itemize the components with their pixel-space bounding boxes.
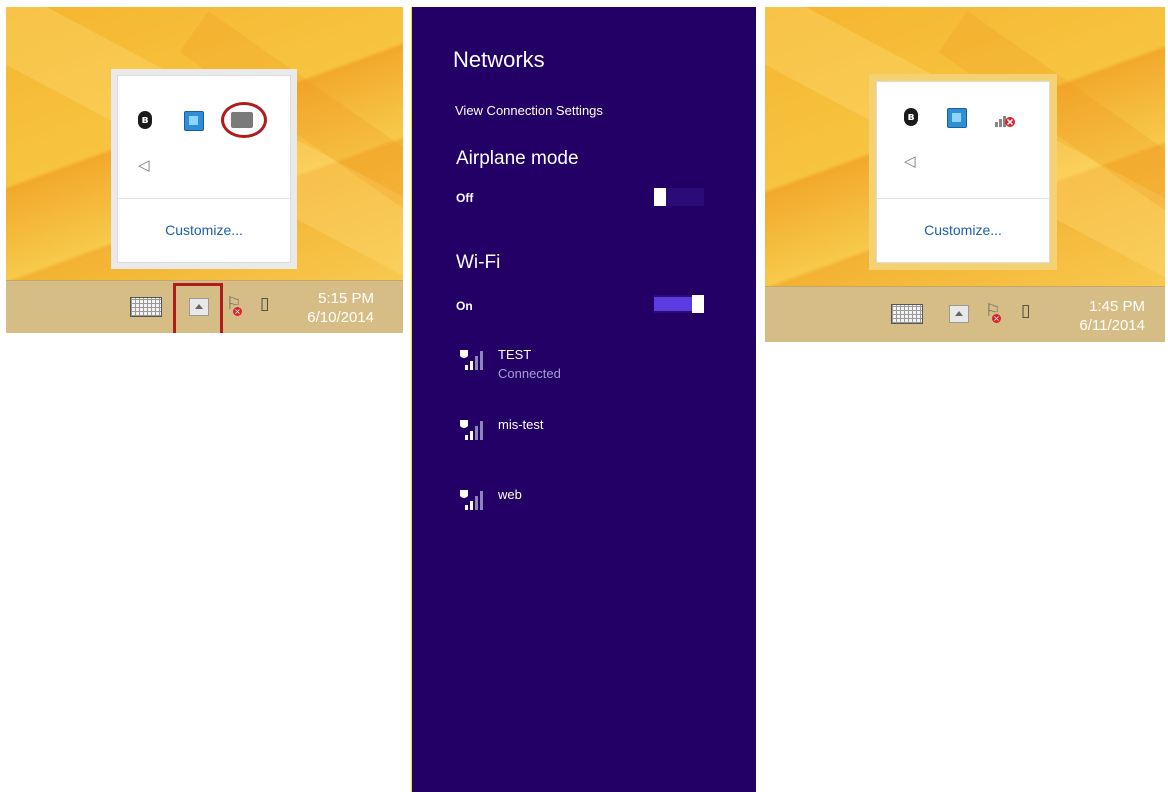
app-tray-icon[interactable] xyxy=(947,108,967,128)
bluetooth-icon[interactable]: ʙ xyxy=(904,108,918,126)
battery-icon[interactable]: ▯ xyxy=(260,294,269,314)
network-name: mis-test xyxy=(498,417,544,432)
wifi-heading: Wi-Fi xyxy=(456,252,501,273)
networks-charm-panel: Networks View Connection Settings Airpla… xyxy=(411,7,756,792)
network-name: web xyxy=(498,487,522,502)
hidden-icons-popup: ʙ ◁ Customize... xyxy=(876,81,1050,263)
right-screenshot: ʙ ◁ Customize... ⚐ × ▯ 1:45 PM 6/11/2014 xyxy=(765,7,1165,342)
clock-time: 1:45 PM xyxy=(1089,298,1145,315)
airplane-mode-state: Off xyxy=(456,191,474,205)
keyboard-icon[interactable] xyxy=(130,297,162,317)
clock-date: 6/10/2014 xyxy=(307,309,374,326)
airplane-mode-heading: Airplane mode xyxy=(456,148,579,169)
left-screenshot: ʙ ◁ Customize... ⚐ × ▯ 5:15 PM 6/10/2014 xyxy=(6,7,403,333)
secured-wifi-signal-icon xyxy=(460,350,483,370)
battery-icon[interactable]: ▯ xyxy=(1021,301,1030,321)
popup-icon-area: ʙ ◁ xyxy=(118,76,290,198)
warning-x-icon: × xyxy=(233,307,242,316)
toggle-track-fill xyxy=(654,297,694,311)
popup-divider xyxy=(877,198,1049,199)
toggle-thumb xyxy=(654,188,666,206)
popup-divider xyxy=(118,198,290,199)
toggle-thumb xyxy=(692,295,704,313)
network-item-test[interactable]: TEST Connected xyxy=(456,347,736,387)
taskbar: ⚐ × ▯ 1:45 PM 6/11/2014 xyxy=(765,286,1165,342)
wifi-state: On xyxy=(456,299,473,313)
clock-time: 5:15 PM xyxy=(318,290,374,307)
network-item-mis-test[interactable]: mis-test xyxy=(456,417,736,457)
customize-link[interactable]: Customize... xyxy=(118,222,290,238)
view-connection-settings-link[interactable]: View Connection Settings xyxy=(455,103,603,118)
clock-date: 6/11/2014 xyxy=(1079,317,1145,334)
warning-x-icon: × xyxy=(992,314,1001,323)
secured-wifi-signal-icon xyxy=(460,420,483,440)
network-status: Connected xyxy=(498,366,561,381)
secured-wifi-signal-icon xyxy=(460,490,483,510)
arrow-highlight-box xyxy=(173,283,223,333)
panel-title: Networks xyxy=(453,47,545,72)
airplane-mode-toggle[interactable] xyxy=(654,188,704,206)
speaker-icon[interactable]: ◁ xyxy=(904,152,916,170)
network-adapter-highlight-circle xyxy=(221,102,267,138)
hidden-icons-popup: ʙ ◁ Customize... xyxy=(117,75,291,263)
no-signal-icon[interactable] xyxy=(994,110,1016,128)
keyboard-icon[interactable] xyxy=(891,304,923,324)
popup-icon-area: ʙ ◁ xyxy=(877,82,1049,204)
customize-link[interactable]: Customize... xyxy=(877,222,1049,238)
app-tray-icon[interactable] xyxy=(184,111,204,131)
show-hidden-icons-arrow[interactable] xyxy=(949,305,969,323)
network-name: TEST xyxy=(498,347,532,362)
bluetooth-icon[interactable]: ʙ xyxy=(138,111,152,129)
network-item-web[interactable]: web xyxy=(456,487,736,527)
speaker-icon[interactable]: ◁ xyxy=(138,156,150,174)
wifi-toggle[interactable] xyxy=(654,295,704,313)
taskbar-clock[interactable]: 5:15 PM 6/10/2014 xyxy=(302,289,374,327)
taskbar-clock[interactable]: 1:45 PM 6/11/2014 xyxy=(1065,297,1145,335)
